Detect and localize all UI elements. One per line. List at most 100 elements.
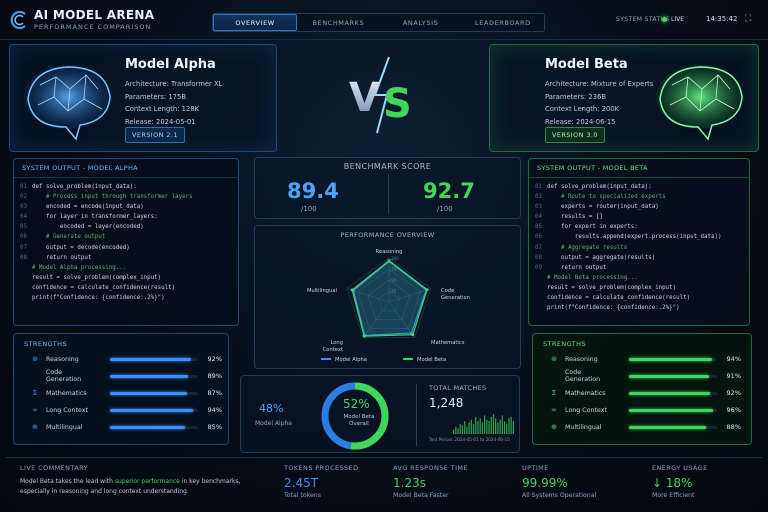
code-text: # Model Alpha processing... bbox=[32, 264, 127, 271]
tab-leaderboard[interactable]: LEADERBOARD bbox=[462, 14, 544, 31]
line-number: 04 bbox=[20, 214, 27, 221]
strength-label: Long Context bbox=[565, 406, 607, 414]
code-text: output = aggregate(results) bbox=[547, 254, 656, 261]
strength-percent: 92% bbox=[726, 389, 741, 397]
code-line: print(f"Confidence: {confidence:.2%}") bbox=[529, 303, 749, 313]
radar-point bbox=[350, 288, 354, 292]
line-number bbox=[14, 293, 32, 303]
sparkline-bar bbox=[486, 419, 488, 434]
radar-axis-label: Mathematics bbox=[431, 340, 465, 346]
beta-score-denominator: /100 bbox=[437, 205, 453, 213]
code-text: result = solve_problem(complex_input) bbox=[32, 274, 162, 281]
tab-overview[interactable]: OVERVIEW bbox=[213, 14, 298, 31]
code-line: 03 encoded = encode(input_data) bbox=[14, 202, 238, 212]
panel-title: STRENGTHS bbox=[543, 340, 586, 348]
line-number: 03 bbox=[20, 204, 27, 211]
sparkline-bar bbox=[512, 421, 515, 434]
strength-bar-fill bbox=[110, 425, 185, 429]
sigma-icon: Σ bbox=[32, 389, 38, 397]
sparkline-bar bbox=[477, 421, 479, 434]
strength-label: Code Generation bbox=[565, 369, 601, 383]
sparkline-bar bbox=[499, 419, 501, 434]
legend-label: Model Alpha bbox=[335, 357, 367, 363]
stat-card: AVG RESPONSE TIME 1.23s Model Beta Faste… bbox=[393, 464, 468, 499]
code-line: 08 return output bbox=[14, 253, 238, 263]
alpha-win-label: Model Alpha bbox=[255, 420, 292, 427]
strength-bar-fill bbox=[629, 425, 707, 429]
benchmark-score-panel: BENCHMARK SCORE 89.4 /100 92.7 /100 bbox=[254, 157, 521, 219]
sparkline-bar bbox=[457, 428, 459, 434]
tab-analysis[interactable]: ANALYSIS bbox=[380, 14, 462, 31]
beta-win-sub: Overall bbox=[349, 421, 369, 427]
code-line: 06 # Generate output bbox=[14, 232, 238, 242]
radar-point bbox=[425, 288, 429, 292]
sigma-icon: Σ bbox=[551, 389, 557, 397]
code-text: output = decode(encoded) bbox=[32, 244, 130, 251]
sparkline-bar bbox=[481, 422, 484, 434]
strength-bar-fill bbox=[110, 357, 191, 361]
main-nav: OVERVIEW BENCHMARKS ANALYSIS LEADERBOARD bbox=[212, 13, 545, 32]
line-number: 03 bbox=[535, 204, 542, 211]
code-text: print(f"Confidence: {confidence:.2%}") bbox=[547, 305, 680, 312]
stat-value: 2.45T bbox=[284, 476, 319, 490]
strength-percent: 89% bbox=[207, 372, 222, 380]
strength-percent: 87% bbox=[207, 389, 222, 397]
code-text: for expert in experts: bbox=[547, 224, 638, 231]
line-number: 05 bbox=[20, 224, 27, 231]
strength-percent: 91% bbox=[726, 372, 741, 380]
system-output-beta-panel: SYSTEM OUTPUT - MODEL BETA 01 def solve_p… bbox=[528, 158, 750, 326]
code-line: result = solve_problem(complex_input) bbox=[14, 273, 238, 283]
code-line: 04 for layer in transformer_layers: bbox=[14, 212, 238, 222]
vs-letter-v: V bbox=[349, 75, 380, 121]
strength-bar-fill bbox=[110, 374, 189, 378]
expand-icon[interactable]: ⛶ bbox=[745, 14, 751, 24]
line-number: 06 bbox=[535, 234, 542, 241]
win-rate-panel: 48% Model Alpha 52% Model Beta Overall T… bbox=[240, 375, 520, 453]
code-line: 05 for expert in experts: bbox=[529, 222, 749, 232]
strength-bar-fill bbox=[629, 391, 710, 395]
model-beta-name: Model Beta bbox=[545, 57, 628, 72]
versus-emblem: V S bbox=[349, 56, 412, 134]
stat-sub: More Efficient bbox=[652, 492, 695, 499]
code-text: return output bbox=[32, 254, 92, 261]
line-number: 08 bbox=[20, 254, 27, 261]
model-beta-card: Model Beta Architecture: Mixture of Expe… bbox=[489, 44, 759, 152]
tab-benchmarks[interactable]: BENCHMARKS bbox=[297, 14, 379, 31]
panel-title: SYSTEM OUTPUT - MODEL ALPHA bbox=[14, 159, 238, 178]
performance-overview-panel: PERFORMANCE OVERVIEW 100 75 50 25 Reasoning C… bbox=[254, 225, 521, 369]
app-title: AI MODEL ARENA bbox=[34, 8, 155, 22]
sparkline-bar bbox=[475, 416, 477, 434]
model-alpha-card: Model Alpha Architecture: Transformer XL… bbox=[9, 44, 277, 152]
code-line: 01 def solve_problem(input_data): bbox=[14, 182, 238, 192]
code-text: results = [] bbox=[547, 214, 603, 221]
line-number bbox=[529, 293, 547, 303]
stat-value: 1.23s bbox=[393, 476, 426, 490]
strength-label: Multilingual bbox=[46, 423, 83, 431]
beta-win-pct: 52% bbox=[343, 397, 370, 411]
globe-icon: ⊕ bbox=[551, 423, 557, 431]
code-text: encoded = layer(encoded) bbox=[32, 224, 144, 231]
sparkline-bar bbox=[492, 414, 495, 434]
clock: 14:35:42 bbox=[706, 15, 738, 23]
code-text: for layer in transformer_layers: bbox=[32, 214, 158, 221]
strengths-alpha-panel: STRENGTHS ⊛ Reasoning 92% Code Generatio… bbox=[13, 333, 229, 445]
line-number: 07 bbox=[535, 244, 542, 251]
code-text: results.append(expert.process(input_data… bbox=[547, 234, 722, 241]
stat-card: ENERGY USAGE ↓ 18% More Efficient bbox=[652, 464, 708, 499]
code-text: return output bbox=[547, 264, 607, 271]
code-text: # Generate output bbox=[32, 234, 106, 241]
code-line: 06 results.append(expert.process(input_d… bbox=[529, 232, 749, 242]
sparkline-bar bbox=[506, 424, 508, 434]
strength-label: Multilingual bbox=[565, 423, 602, 431]
radar-axis-label: Multilingual bbox=[307, 288, 337, 294]
model-alpha-specs: Architecture: Transformer XL Parameters:… bbox=[125, 78, 222, 128]
code-text: def solve_problem(input_data): bbox=[32, 184, 137, 190]
sparkline-bar bbox=[470, 419, 472, 434]
sparkline-bar bbox=[501, 415, 503, 434]
code-line: 02 # Process input through transformer l… bbox=[14, 192, 238, 202]
radar-series-beta bbox=[351, 259, 428, 337]
line-number: 01 bbox=[535, 184, 542, 190]
code-block: 01 def solve_problem(input_data): 02 # Pro… bbox=[14, 178, 238, 303]
panel-title: STRENGTHS bbox=[24, 340, 67, 348]
sparkline-bar bbox=[459, 424, 461, 434]
